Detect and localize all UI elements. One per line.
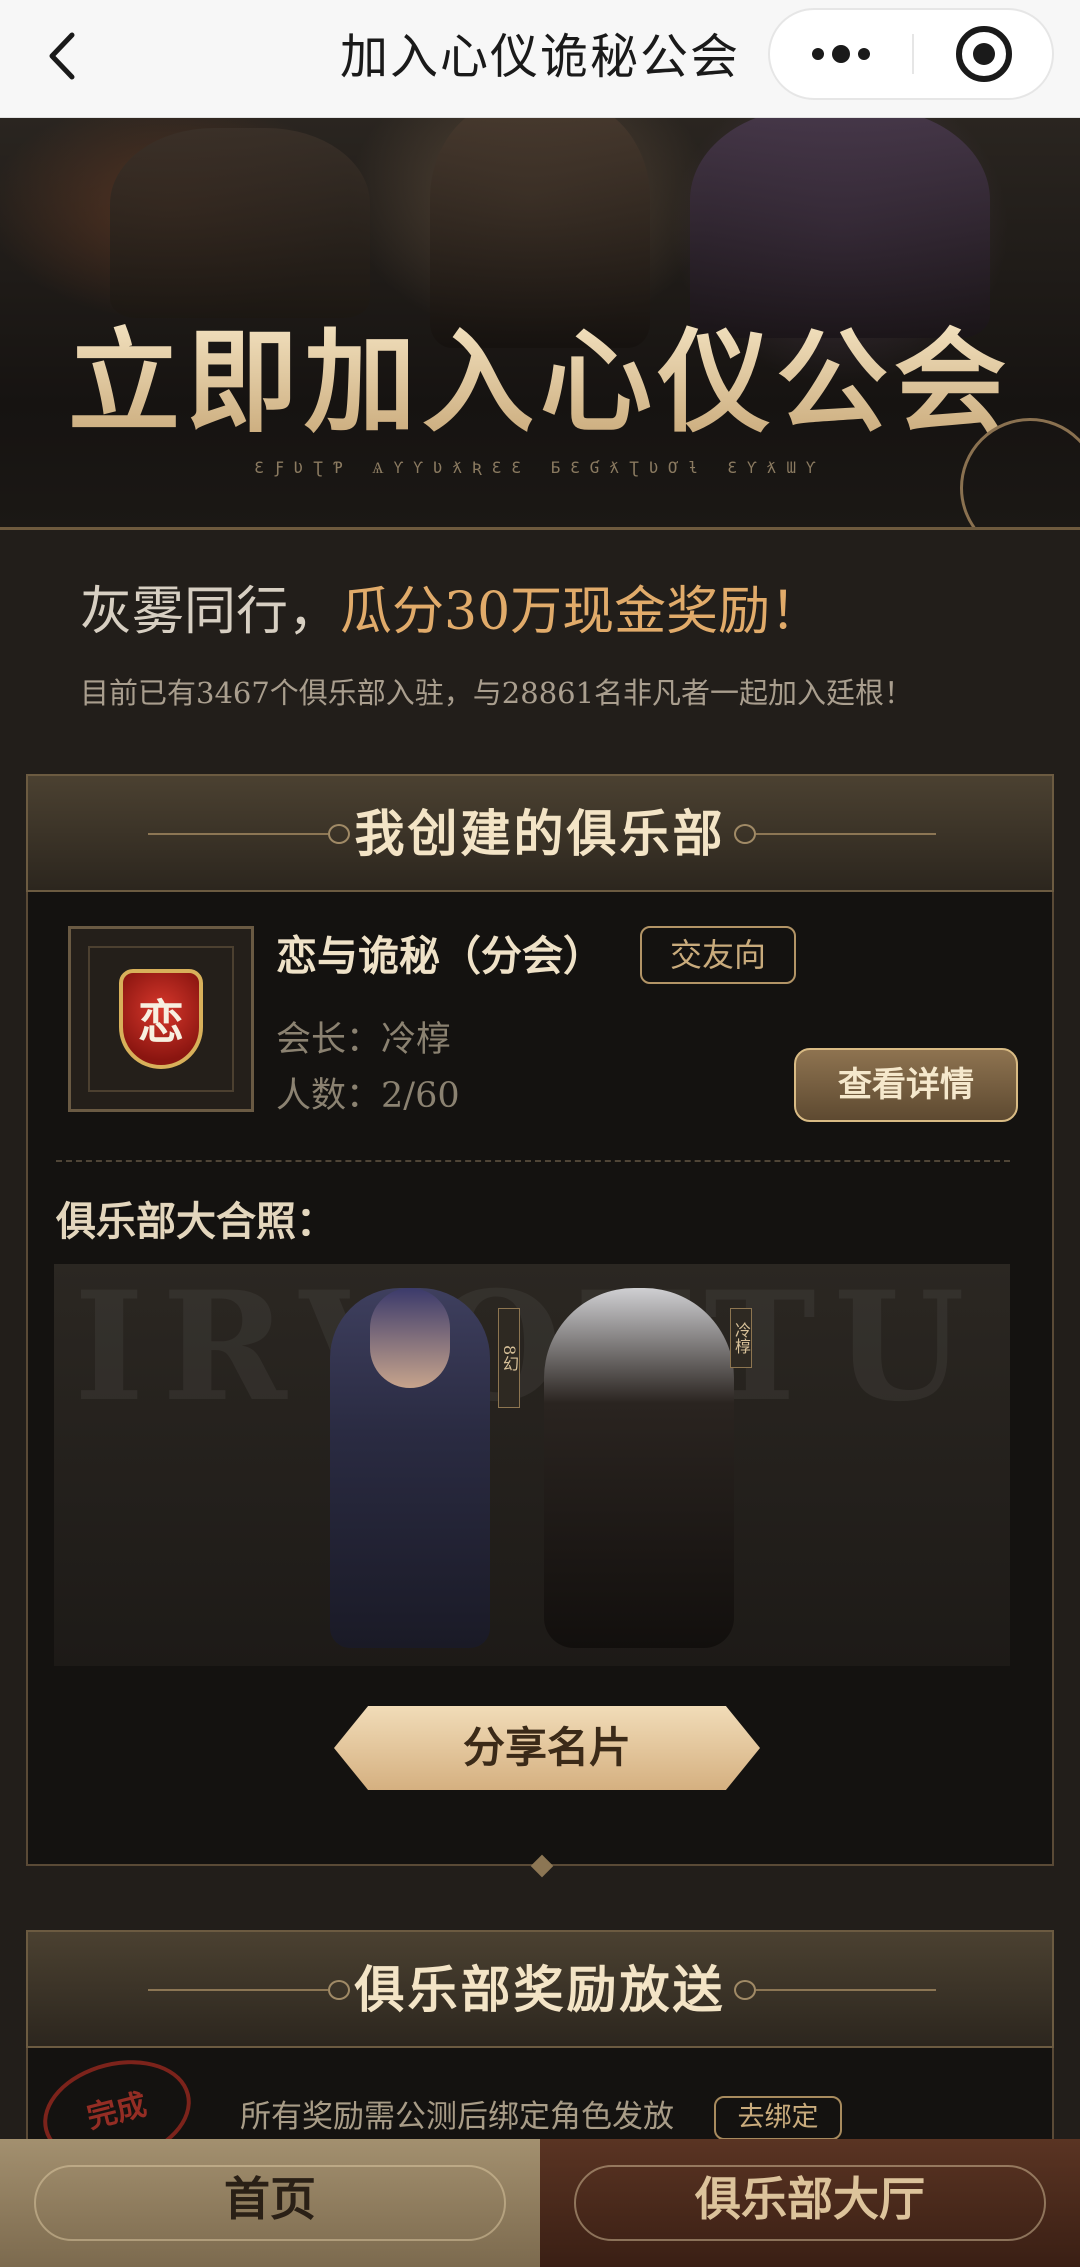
tab-frame [574,2165,1046,2241]
character-name-plate: 冷椁 [730,1308,752,1368]
hero-banner: 立即加入心仪公会 ƐƑƲƮƤ ѦƳƳƲƛƦƐƐ ƂƐƓƛƮƲƠƚ ƐƳƛƜƳ [0,118,1080,530]
club-members-label: 人数： [276,1076,382,1116]
reward-note: 所有奖励需公测后绑定角色发放 [240,2099,674,2135]
club-shield-icon: 恋 [119,969,203,1069]
tab-frame [34,2165,506,2241]
header-ornament-line [756,1989,936,1991]
intro-headline-plain: 灰雾同行， [80,582,341,642]
bottom-tab-bar: 首页 俱乐部大厅 [0,2139,1080,2267]
chevron-left-icon [49,32,75,80]
rewards-header: 俱乐部奖励放送 [26,1930,1054,2048]
header-knot-icon [734,1980,756,2000]
club-leader-label: 会长： [276,1020,382,1060]
divider [56,1160,1010,1162]
club-emblem: 恋 [68,926,254,1112]
club-leader-value: 冷椁 [381,1020,452,1060]
hero-character-art [110,128,370,318]
club-group-photo: IRVOTTU 8幻 冷椁 [54,1264,1010,1666]
page-title: 加入心仪诡秘公会 [339,29,740,85]
more-dots-icon [812,48,824,60]
hero-title: 立即加入心仪公会 [0,318,1080,448]
female-character-image [544,1288,734,1648]
tab-club-hall[interactable]: 俱乐部大厅 [540,2139,1080,2267]
top-navigation-bar: 加入心仪诡秘公会 [0,0,1080,118]
tab-home[interactable]: 首页 [0,2139,540,2267]
share-card-button[interactable]: 分享名片 [334,1706,760,1790]
club-tag-badge: 交友向 [640,926,796,984]
target-circle-icon [956,26,1012,82]
hero-character-art [690,118,990,338]
card-bottom-ornament-icon [530,1854,554,1878]
photo-watermark: IRVOTTU [74,1264,983,1435]
hero-character-art [430,118,650,348]
club-name: 恋与诡秘（分会） [276,932,604,980]
header-knot-icon [734,824,756,844]
my-club-header: 我创建的俱乐部 [26,774,1054,892]
more-dots-icon [832,45,850,63]
bind-character-button[interactable]: 去绑定 [714,2096,842,2140]
more-button[interactable] [770,10,912,98]
male-character-head [370,1288,450,1388]
more-dots-icon [858,48,870,60]
club-members: 人数：2/60 [276,1072,460,1120]
my-club-card: 我创建的俱乐部 恋 恋与诡秘（分会） 交友向 会长：冷椁 人数：2/60 查看详… [26,774,1054,1878]
header-ornament-line [756,833,936,835]
mini-program-capsule [768,8,1054,100]
club-leader: 会长：冷椁 [276,1016,451,1064]
club-members-value: 2/60 [381,1076,460,1116]
club-photo-label: 俱乐部大合照： [56,1198,336,1245]
intro-headline-accent: 瓜分30万现金奖励！ [340,582,823,642]
hero-subtitle: ƐƑƲƮƤ ѦƳƳƲƛƦƐƐ ƂƐƓƛƮƲƠƚ ƐƳƛƜƳ [254,458,826,477]
view-details-button[interactable]: 查看详情 [794,1048,1018,1122]
character-name-plate: 8幻 [498,1308,520,1408]
intro-headline: 灰雾同行，瓜分30万现金奖励！ [80,580,822,644]
close-mini-program-button[interactable] [914,10,1054,98]
intro-subline: 目前已有3467个俱乐部入驻，与28861名非凡者一起加入廷根！ [80,676,914,710]
back-button[interactable] [34,26,88,86]
